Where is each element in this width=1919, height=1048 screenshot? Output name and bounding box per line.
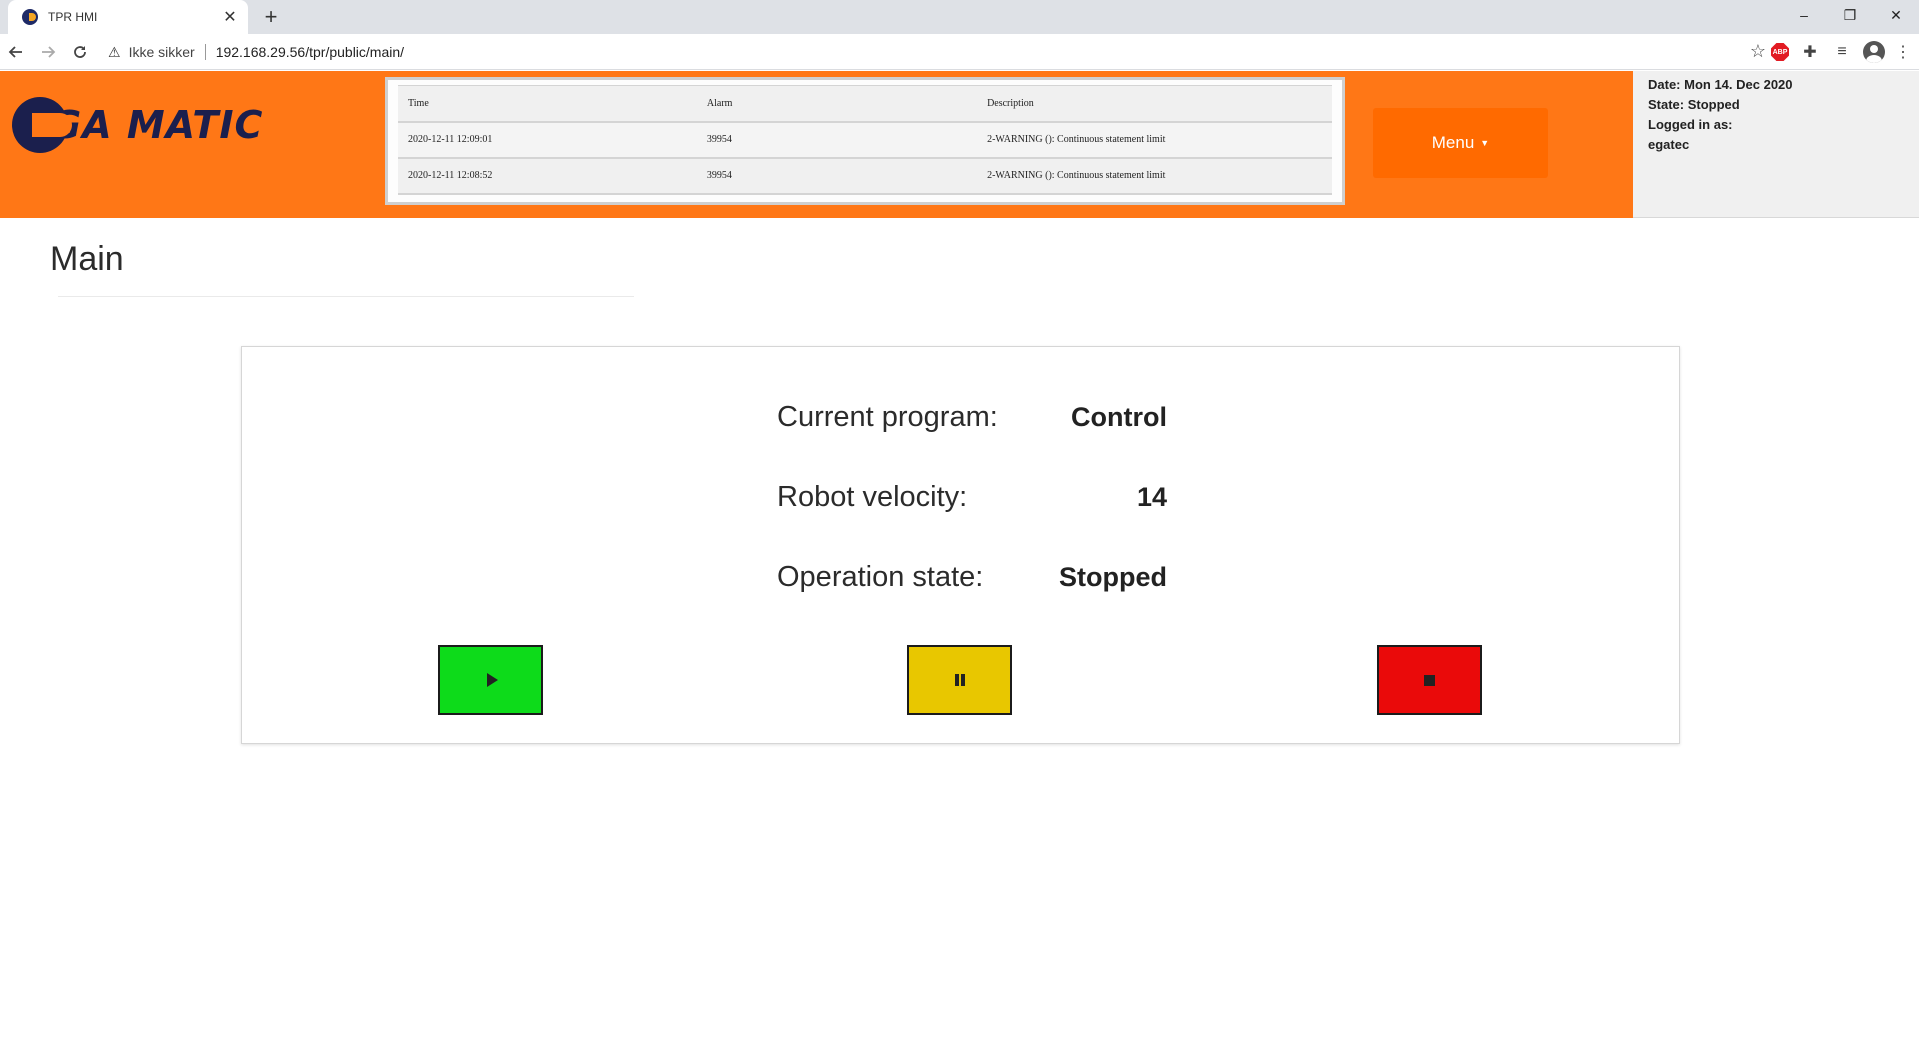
pause-button[interactable] xyxy=(907,645,1012,715)
back-button[interactable] xyxy=(0,38,32,66)
state-text: State: Stopped xyxy=(1648,97,1740,112)
alarm-column-description: Description xyxy=(977,85,1332,123)
menu-label: Menu xyxy=(1431,133,1475,152)
arrow-left-icon xyxy=(8,45,22,58)
tab-title: TPR HMI xyxy=(48,10,98,24)
page-title: Main xyxy=(50,240,124,278)
divider xyxy=(204,44,206,60)
alarm-table: Time Alarm Description 2020-12-11 12:09:… xyxy=(398,85,1332,195)
robot-velocity-value: 14 xyxy=(1136,481,1167,512)
alarm-code: 39954 xyxy=(696,157,978,195)
forward-button[interactable] xyxy=(32,38,64,66)
browser-tab[interactable]: TPR HMI ✕ xyxy=(8,0,248,34)
menu-dropdown-button[interactable]: Menu ▼ xyxy=(1373,108,1548,178)
date-text: Date: Mon 14. Dec 2020 xyxy=(1648,77,1793,92)
logged-in-label: Logged in as: xyxy=(1648,117,1733,132)
username-text: egatec xyxy=(1648,137,1690,152)
play-button[interactable] xyxy=(438,645,543,715)
alarm-column-alarm: Alarm xyxy=(696,85,978,123)
robot-velocity-label: Robot velocity: xyxy=(777,480,968,513)
browser-toolbar: ⚠ Ikke sikker 192.168.29.56/tpr/public/m… xyxy=(0,34,1919,70)
current-program-row: Current program: Control xyxy=(777,397,1167,437)
play-icon xyxy=(486,673,498,687)
favicon-icon xyxy=(22,9,38,25)
app-header: GA MATIC Time Alarm Description 2020-12-… xyxy=(0,71,1633,218)
alarm-header-row: Time Alarm Description xyxy=(398,85,1332,123)
adblock-icon[interactable]: ABP xyxy=(1771,43,1789,61)
alarm-panel: Time Alarm Description 2020-12-11 12:09:… xyxy=(385,77,1345,205)
pause-icon xyxy=(954,674,965,686)
reload-icon xyxy=(74,45,86,58)
alarm-time: 2020-12-11 12:09:01 xyxy=(398,121,697,159)
stop-button[interactable] xyxy=(1377,645,1482,715)
alarm-row: 2020-12-11 12:08:52 39954 2-WARNING (): … xyxy=(398,157,1332,195)
url-text[interactable]: 192.168.29.56/tpr/public/main/ xyxy=(216,44,404,60)
security-label[interactable]: Ikke sikker xyxy=(129,44,195,60)
caret-down-icon: ▼ xyxy=(1480,138,1490,148)
bookmark-star-icon[interactable]: ☆ xyxy=(1750,41,1766,62)
reload-button[interactable] xyxy=(64,38,96,66)
operation-state-value: Stopped xyxy=(1059,561,1167,592)
arrow-right-icon xyxy=(42,45,56,58)
stop-icon xyxy=(1424,674,1435,686)
logo-mark-icon xyxy=(12,97,72,153)
restore-button[interactable]: ❐ xyxy=(1827,0,1873,30)
address-bar[interactable]: ⚠ Ikke sikker 192.168.29.56/tpr/public/m… xyxy=(108,38,1778,66)
media-queue-icon[interactable]: ≡ xyxy=(1831,43,1853,61)
browser-tab-bar: TPR HMI ✕ + – ❐ ✕ xyxy=(0,0,1919,34)
kebab-menu-icon[interactable]: ⋮ xyxy=(1895,42,1911,62)
operation-state-row: Operation state: Stopped xyxy=(777,557,1167,597)
window-controls: – ❐ ✕ xyxy=(1781,0,1919,34)
alarm-row: 2020-12-11 12:09:01 39954 2-WARNING (): … xyxy=(398,121,1332,159)
alarm-time: 2020-12-11 12:08:52 xyxy=(398,157,697,195)
robot-velocity-row: Robot velocity: 14 xyxy=(777,477,1167,517)
close-tab-icon[interactable]: ✕ xyxy=(222,7,238,27)
current-program-label: Current program: xyxy=(777,400,998,433)
status-info-panel: Date: Mon 14. Dec 2020 State: Stopped Lo… xyxy=(1633,71,1919,218)
control-card: Current program: Control Robot velocity:… xyxy=(241,346,1680,744)
alarm-description: 2-WARNING (): Continuous statement limit xyxy=(977,121,1332,159)
operation-state-label: Operation state: xyxy=(777,560,984,593)
warning-icon: ⚠ xyxy=(108,43,121,60)
close-window-button[interactable]: ✕ xyxy=(1873,0,1919,30)
new-tab-button[interactable]: + xyxy=(258,4,284,30)
minimize-button[interactable]: – xyxy=(1781,0,1827,30)
current-program-value: Control xyxy=(1071,401,1167,432)
company-logo: GA MATIC xyxy=(12,95,263,155)
alarm-description: 2-WARNING (): Continuous statement limit xyxy=(977,157,1332,195)
extensions-area: ABP ✚ ≡ ⋮ xyxy=(1771,34,1911,70)
logo-text: GA MATIC xyxy=(50,103,264,147)
puzzle-icon[interactable]: ✚ xyxy=(1799,42,1821,62)
title-divider xyxy=(58,296,634,297)
alarm-column-time: Time xyxy=(398,85,697,123)
alarm-code: 39954 xyxy=(696,121,978,159)
profile-avatar-icon[interactable] xyxy=(1863,41,1885,63)
